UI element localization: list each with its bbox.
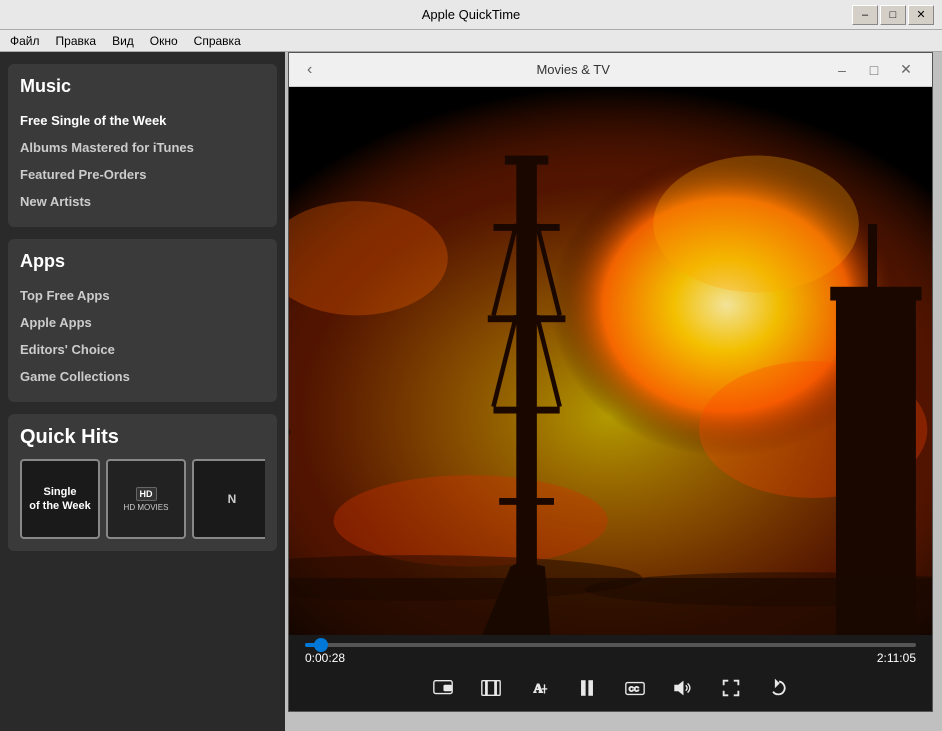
- progress-bar-container: [305, 643, 916, 647]
- progress-dot: [314, 638, 328, 652]
- sidebar-item-editors-choice[interactable]: Editors' Choice: [20, 336, 265, 363]
- music-section-title: Music: [20, 76, 265, 97]
- quick-hits-title: Quick Hits: [20, 426, 265, 449]
- replay-icon: [768, 677, 790, 699]
- video-area[interactable]: [289, 87, 932, 635]
- sidebar-item-game-collections[interactable]: Game Collections: [20, 363, 265, 390]
- current-time: 0:00:28: [305, 651, 345, 665]
- pause-icon: [576, 677, 598, 699]
- quick-hits-items: Singleof the Week HD HD MOVIES N: [20, 459, 265, 539]
- video-minimize-button[interactable]: –: [828, 59, 856, 81]
- close-button[interactable]: ✕: [908, 5, 934, 25]
- fullscreen-button[interactable]: [716, 673, 746, 703]
- fullscreen-icon: [720, 677, 742, 699]
- title-controls: – □ ✕: [852, 5, 934, 25]
- time-row: 0:00:28 2:11:05: [305, 651, 916, 665]
- video-controls: 0:00:28 2:11:05: [289, 635, 932, 711]
- video-title: Movies & TV: [326, 62, 820, 77]
- trim-button[interactable]: [476, 673, 506, 703]
- caption-style-button[interactable]: A: [524, 673, 554, 703]
- video-win-controls: – □ ✕: [828, 59, 920, 81]
- loop-icon: [432, 677, 454, 699]
- menu-file[interactable]: Файл: [4, 32, 46, 50]
- hd-badge: HD: [136, 487, 157, 501]
- sidebar-item-preorders[interactable]: Featured Pre-Orders: [20, 161, 265, 188]
- video-title-bar: ‹ Movies & TV – □ ✕: [289, 53, 932, 87]
- total-time: 2:11:05: [877, 651, 916, 665]
- menu-edit[interactable]: Правка: [50, 32, 103, 50]
- video-maximize-button[interactable]: □: [860, 59, 888, 81]
- video-thumbnail: [289, 87, 932, 635]
- sidebar-item-albums[interactable]: Albums Mastered for iTunes: [20, 134, 265, 161]
- caption-style-icon: A: [528, 677, 550, 699]
- quick-hit-hd-movies[interactable]: HD HD MOVIES: [106, 459, 186, 539]
- sidebar-item-apple-apps[interactable]: Apple Apps: [20, 309, 265, 336]
- apps-section: Apps Top Free Apps Apple Apps Editors' C…: [8, 239, 277, 402]
- app-title: Apple QuickTime: [422, 7, 521, 22]
- sidebar-item-free-single[interactable]: Free Single of the Week: [20, 107, 265, 134]
- video-window: ‹ Movies & TV – □ ✕: [288, 52, 933, 712]
- minimize-button[interactable]: –: [852, 5, 878, 25]
- volume-button[interactable]: [668, 673, 698, 703]
- sidebar: Music Free Single of the Week Albums Mas…: [0, 52, 285, 731]
- menu-view[interactable]: Вид: [106, 32, 140, 50]
- menu-window[interactable]: Окно: [144, 32, 184, 50]
- video-close-button[interactable]: ✕: [892, 59, 920, 81]
- third-item-label: N: [228, 492, 237, 506]
- quick-hit-single-week[interactable]: Singleof the Week: [20, 459, 100, 539]
- progress-bar-track[interactable]: [305, 643, 916, 647]
- quick-hits-section: Quick Hits Singleof the Week HD HD MOVIE…: [8, 414, 277, 551]
- replay-button[interactable]: [764, 673, 794, 703]
- loop-button[interactable]: [428, 673, 458, 703]
- menu-help[interactable]: Справка: [188, 32, 247, 50]
- sidebar-item-new-artists[interactable]: New Artists: [20, 188, 265, 215]
- controls-row: A CC: [305, 673, 916, 703]
- video-back-button[interactable]: ‹: [301, 59, 318, 81]
- music-section: Music Free Single of the Week Albums Mas…: [8, 64, 277, 227]
- quick-hit-third[interactable]: N: [192, 459, 265, 539]
- cc-icon: CC: [624, 677, 646, 699]
- title-bar: Apple QuickTime – □ ✕: [0, 0, 942, 30]
- sidebar-item-top-free[interactable]: Top Free Apps: [20, 282, 265, 309]
- volume-icon: [672, 677, 694, 699]
- menu-bar: Файл Правка Вид Окно Справка: [0, 30, 942, 52]
- hd-movies-label: HD MOVIES: [124, 503, 169, 512]
- svg-text:CC: CC: [628, 685, 639, 694]
- maximize-button[interactable]: □: [880, 5, 906, 25]
- single-week-label: Singleof the Week: [25, 481, 95, 518]
- trim-icon: [480, 677, 502, 699]
- apps-section-title: Apps: [20, 251, 265, 272]
- pause-button[interactable]: [572, 673, 602, 703]
- cc-button[interactable]: CC: [620, 673, 650, 703]
